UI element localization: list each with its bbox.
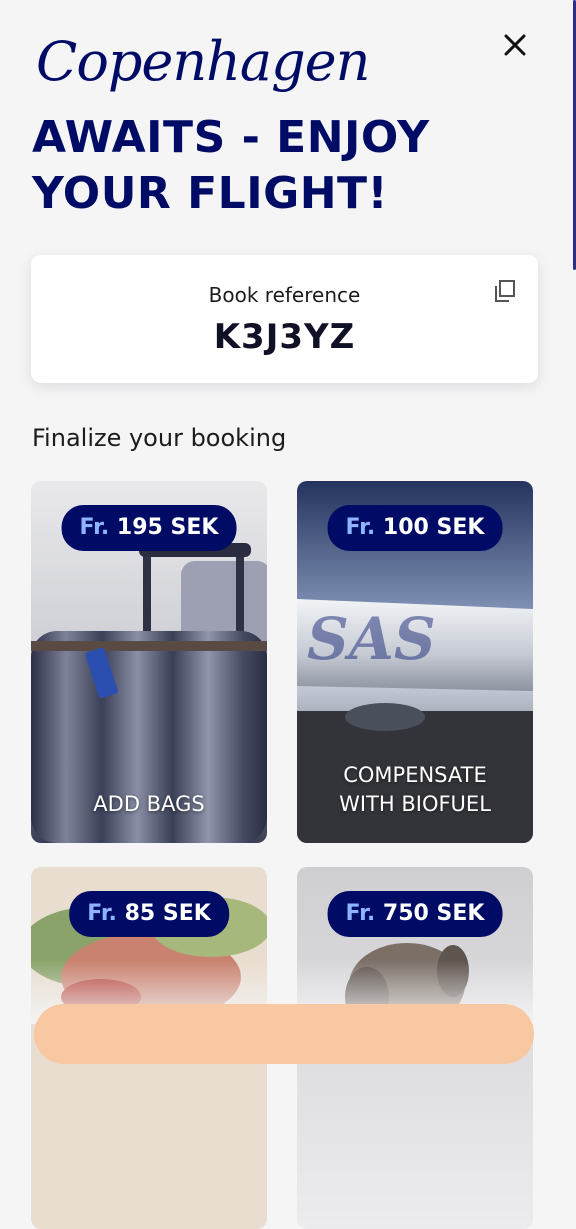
- copy-icon[interactable]: [493, 279, 517, 303]
- booking-reference-card: Book reference K3J3YZ: [31, 255, 538, 383]
- close-button[interactable]: [496, 26, 534, 64]
- price-badge: Fr. 750 SEK: [327, 891, 503, 937]
- section-title: Finalize your booking: [32, 424, 287, 452]
- price-badge: Fr. 195 SEK: [61, 505, 237, 551]
- offer-add-bags[interactable]: Fr. 195 SEK ADD BAGS: [31, 481, 267, 843]
- price-badge: Fr. 100 SEK: [327, 505, 503, 551]
- offer-label: COMPENSATE WITH BIOFUEL: [339, 763, 491, 816]
- headline: AWAITS - ENJOY YOUR FLIGHT!: [32, 112, 430, 219]
- primary-action-button[interactable]: [34, 1004, 534, 1064]
- destination-title: Copenhagen: [36, 30, 370, 93]
- offer-label: ADD BAGS: [93, 792, 205, 816]
- svg-text:SAS: SAS: [307, 605, 436, 673]
- offer-biofuel[interactable]: SAS Fr. 100 SEK COMPENSATE WITH BIOFUEL: [297, 481, 533, 843]
- close-icon: [504, 34, 526, 56]
- price-badge: Fr. 85 SEK: [69, 891, 229, 937]
- booking-reference-label: Book reference: [208, 283, 361, 307]
- booking-reference-code[interactable]: K3J3YZ: [31, 317, 538, 357]
